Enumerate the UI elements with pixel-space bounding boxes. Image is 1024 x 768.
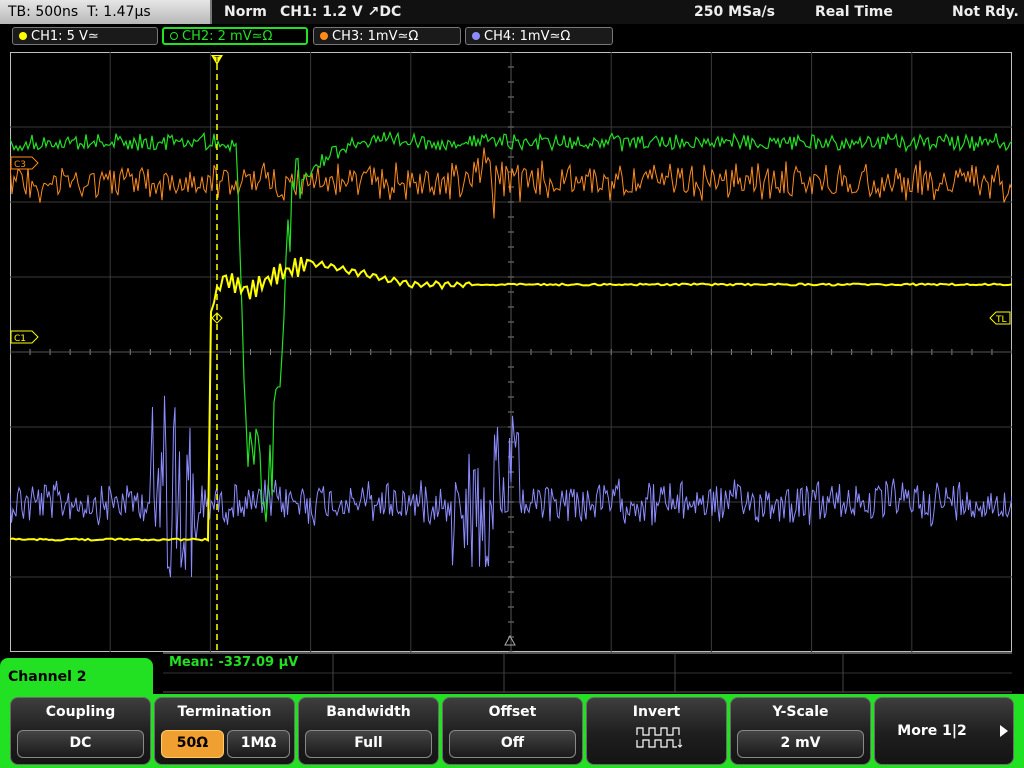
coupling-value[interactable]: DC bbox=[17, 730, 144, 758]
trigger-pos-label: T bbox=[214, 55, 220, 64]
offset-value[interactable]: Off bbox=[449, 730, 576, 758]
trigger-level-label: TL bbox=[995, 315, 1007, 325]
termination-softkey[interactable]: Termination 50Ω 1MΩ bbox=[154, 697, 295, 765]
trigger-readout[interactable]: CH1: 1.2 V ↗DC bbox=[280, 0, 401, 24]
ch3-marker-label: C3 bbox=[14, 160, 26, 170]
more-softkey[interactable]: More 1|2 bbox=[874, 697, 1014, 765]
termination-1mohm-option[interactable]: 1MΩ bbox=[227, 730, 290, 758]
channel-tab-ch2[interactable]: CH2: 2 mV≃Ω bbox=[162, 27, 308, 45]
timebase-readout[interactable]: TB: 500ns T: 1.47µs bbox=[0, 0, 212, 24]
channel-tab-ch3[interactable]: CH3: 1mV≃Ω bbox=[313, 27, 461, 45]
channel-tab-ch1[interactable]: CH1: 5 V≃ bbox=[12, 27, 158, 45]
channel-tab-label: CH2: 2 mV≃Ω bbox=[182, 29, 273, 44]
bandwidth-caption: Bandwidth bbox=[326, 704, 411, 720]
channel-tab-ch4[interactable]: CH4: 1mV≃Ω bbox=[465, 27, 613, 45]
menu-title-label: Channel 2 bbox=[8, 669, 87, 685]
yscale-softkey[interactable]: Y-Scale 2 mV bbox=[730, 697, 871, 765]
ch1-marker-label: C1 bbox=[14, 334, 26, 344]
channel-tab-label: CH3: 1mV≃Ω bbox=[332, 29, 419, 44]
yscale-value[interactable]: 2 mV bbox=[737, 730, 864, 758]
offset-caption: Offset bbox=[488, 704, 537, 720]
ch3-color-dot bbox=[320, 32, 328, 40]
invert-softkey[interactable]: Invert bbox=[586, 697, 727, 765]
ch1-color-dot bbox=[19, 32, 27, 40]
termination-50ohm-option[interactable]: 50Ω bbox=[161, 730, 224, 758]
acquisition-status: Not Rdy. bbox=[952, 4, 1019, 20]
ch2-color-dot bbox=[170, 32, 178, 40]
coupling-softkey[interactable]: Coupling DC bbox=[10, 697, 151, 765]
coupling-caption: Coupling bbox=[45, 704, 116, 720]
ch4-color-dot bbox=[472, 32, 480, 40]
yscale-caption: Y-Scale bbox=[772, 704, 829, 720]
mean-measurement[interactable]: Mean: -337.09 µV bbox=[169, 655, 298, 670]
sample-rate: 250 MSa/s bbox=[694, 4, 776, 20]
offset-softkey[interactable]: Offset Off bbox=[442, 697, 583, 765]
acquisition-mode[interactable]: Real Time bbox=[815, 0, 893, 24]
waveform-display[interactable]: T C3 C1 TL bbox=[10, 52, 1012, 652]
bandwidth-softkey[interactable]: Bandwidth Full bbox=[298, 697, 439, 765]
invert-caption: Invert bbox=[632, 704, 681, 720]
channel-tab-label: CH1: 5 V≃ bbox=[31, 29, 99, 44]
trigger-mode[interactable]: Norm bbox=[224, 0, 267, 24]
invert-waveform-icon bbox=[636, 727, 683, 748]
channel-tab-label: CH4: 1mV≃Ω bbox=[484, 29, 571, 44]
termination-caption: Termination bbox=[177, 704, 272, 720]
next-page-icon bbox=[1000, 725, 1008, 737]
more-label: More 1|2 bbox=[897, 723, 967, 739]
bandwidth-value[interactable]: Full bbox=[305, 730, 432, 758]
